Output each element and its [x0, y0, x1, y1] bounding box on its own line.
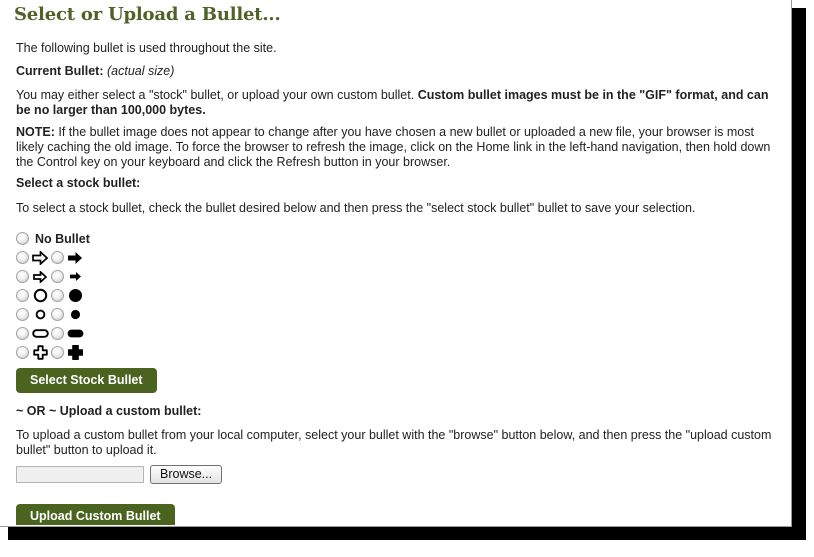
arrow-right-outline-small-icon	[29, 267, 51, 286]
radio-arrow-right-filled-small[interactable]	[51, 270, 64, 283]
current-bullet-size-note: (actual size)	[106, 64, 175, 78]
radio-pill-outline[interactable]	[16, 327, 29, 340]
note-label: NOTE:	[16, 125, 55, 139]
format-requirements-text: You may either select a "stock" bullet, …	[16, 88, 778, 118]
circle-filled-small-icon	[64, 305, 86, 324]
intro-text: The following bullet is used throughout …	[16, 41, 277, 55]
browse-button[interactable]: Browse...	[150, 465, 223, 484]
panel-content: Select or Upload a Bullet... The followi…	[0, 0, 790, 525]
no-bullet-label: No Bullet	[35, 231, 90, 246]
radio-circle-filled-large[interactable]	[51, 289, 64, 302]
radio-circle-outline-large[interactable]	[16, 289, 29, 302]
current-bullet-row: Current Bullet: (actual size)	[16, 64, 716, 79]
select-stock-bullet-button[interactable]: Select Stock Bullet	[16, 368, 157, 393]
cross-filled-icon	[64, 343, 86, 362]
pill-filled-icon	[64, 324, 86, 343]
file-path-input[interactable]	[16, 466, 144, 483]
current-bullet-label: Current Bullet:	[16, 64, 104, 78]
format-text-normal: You may either select a "stock" bullet, …	[16, 88, 418, 102]
radio-cross-outline[interactable]	[16, 346, 29, 359]
radio-no-bullet[interactable]	[16, 232, 29, 245]
radio-cross-filled[interactable]	[51, 346, 64, 359]
circle-outline-small-icon	[29, 305, 51, 324]
arrow-right-outline-large-icon	[29, 248, 51, 267]
radio-arrow-right-outline-small[interactable]	[16, 270, 29, 283]
radio-arrow-right-filled-large[interactable]	[51, 251, 64, 264]
arrow-right-filled-large-icon	[64, 248, 86, 267]
circle-filled-large-icon	[64, 286, 86, 305]
upload-custom-bullet-button[interactable]: Upload Custom Bullet	[16, 504, 175, 525]
arrow-right-filled-small-icon	[64, 267, 86, 286]
page-title: Select or Upload a Bullet...	[14, 4, 281, 25]
bullet-settings-panel: Select or Upload a Bullet... The followi…	[0, 0, 792, 527]
stock-section-heading: Select a stock bullet:	[16, 176, 141, 190]
bullet-row-circle-small[interactable]	[16, 305, 90, 324]
bullet-row-arrow-large[interactable]	[16, 248, 90, 267]
bullet-row-no-bullet[interactable]: No Bullet	[16, 229, 90, 248]
radio-pill-filled[interactable]	[51, 327, 64, 340]
stock-section-instructions: To select a stock bullet, check the bull…	[16, 201, 696, 215]
note-body: If the bullet image does not appear to c…	[16, 125, 771, 169]
radio-circle-filled-small[interactable]	[51, 308, 64, 321]
upload-section-instructions: To upload a custom bullet from your loca…	[16, 428, 772, 457]
bullet-row-pill[interactable]	[16, 324, 90, 343]
cross-outline-icon	[29, 343, 51, 362]
file-upload-row: Browse...	[16, 465, 223, 484]
caching-note-text: NOTE: If the bullet image does not appea…	[16, 125, 778, 170]
radio-circle-outline-small[interactable]	[16, 308, 29, 321]
pill-outline-icon	[29, 324, 51, 343]
stock-bullet-grid: No Bullet	[16, 229, 90, 362]
radio-arrow-right-outline-large[interactable]	[16, 251, 29, 264]
circle-outline-large-icon	[29, 286, 51, 305]
bullet-row-arrow-small[interactable]	[16, 267, 90, 286]
upload-section-heading: ~ OR ~ Upload a custom bullet:	[16, 404, 202, 418]
bullet-row-circle-large[interactable]	[16, 286, 90, 305]
bullet-row-cross[interactable]	[16, 343, 90, 362]
